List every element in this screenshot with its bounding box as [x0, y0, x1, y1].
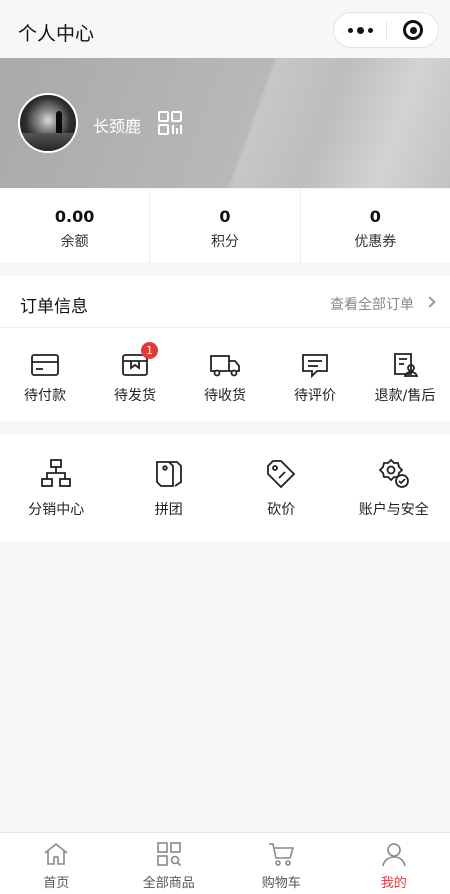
account-stats: 0.00 余额 0 积分 0 优惠券	[0, 189, 450, 263]
stat-points[interactable]: 0 积分	[150, 189, 301, 263]
stat-coupons[interactable]: 0 优惠券	[301, 189, 450, 263]
settings-shield-icon	[378, 458, 409, 488]
order-refund-aftersale[interactable]: 退款/售后	[360, 328, 450, 420]
tab-mine[interactable]: 我的	[338, 833, 450, 894]
order-item-label: 待评价	[294, 388, 336, 404]
order-pending-receipt[interactable]: 待收货	[180, 328, 270, 420]
tool-label: 账户与安全	[358, 502, 429, 518]
comment-icon	[302, 354, 328, 378]
order-item-label: 退款/售后	[374, 388, 436, 404]
top-navbar: 个人中心	[0, 0, 450, 58]
tool-label: 砍价	[267, 502, 296, 518]
order-pending-shipment[interactable]: 1 待发货	[90, 328, 180, 420]
cart-icon	[269, 843, 295, 866]
card-icon	[31, 354, 59, 376]
more-options-button[interactable]	[334, 13, 386, 47]
coupons-value: 0	[369, 207, 381, 226]
tab-label: 我的	[380, 876, 407, 891]
points-label: 积分	[210, 234, 239, 250]
balance-value: 0.00	[54, 207, 95, 226]
order-pending-review[interactable]: 待评价	[270, 328, 360, 420]
order-status-row: 待付款 1 待发货 待收货 待评价 退款/售后	[0, 328, 450, 420]
tool-distribution-center[interactable]: 分销中心	[0, 434, 113, 542]
price-tag-icon	[267, 460, 296, 489]
qrcode-icon[interactable]	[158, 111, 182, 135]
stat-balance[interactable]: 0.00 余额	[0, 189, 151, 263]
unread-badge: 1	[141, 342, 158, 359]
profile-page: 个人中心 长颈鹿 0.00 余额 0 积分 0 优惠券 订单信息 查看全部订单 …	[0, 0, 450, 894]
username[interactable]: 长颈鹿	[93, 113, 141, 137]
order-section-header: 订单信息 查看全部订单	[0, 276, 450, 328]
miniprogram-capsule	[333, 12, 439, 48]
order-section-title: 订单信息	[20, 297, 88, 317]
tools-section: 分销中心 拼团 砍价 账户与安全	[0, 434, 450, 542]
target-circle-icon	[403, 20, 423, 40]
tab-home[interactable]: 首页	[0, 833, 113, 894]
order-item-label: 待付款	[24, 388, 66, 404]
close-miniprogram-button[interactable]	[387, 13, 439, 47]
coupons-label: 优惠券	[354, 234, 397, 250]
order-item-label: 待发货	[114, 388, 156, 404]
page-title: 个人中心	[18, 23, 95, 45]
tab-cart[interactable]: 购物车	[225, 833, 338, 894]
tab-label: 购物车	[261, 876, 301, 891]
tab-label: 全部商品	[142, 876, 195, 891]
truck-icon	[210, 355, 240, 377]
profile-banner: 长颈鹿	[0, 58, 450, 188]
tags-icon	[155, 461, 182, 487]
refund-icon	[394, 353, 419, 377]
order-item-label: 待收货	[204, 388, 246, 404]
more-dot-icon	[367, 27, 373, 33]
tool-account-security[interactable]: 账户与安全	[338, 434, 450, 542]
view-all-orders-link[interactable]: 查看全部订单	[330, 294, 414, 314]
org-chart-icon	[41, 459, 72, 487]
more-dot-icon	[347, 27, 353, 33]
chevron-right-icon[interactable]	[424, 296, 436, 308]
bottom-tabbar: 首页 全部商品 购物车 我的	[0, 832, 450, 894]
balance-label: 余额	[60, 234, 89, 250]
tab-all-products[interactable]: 全部商品	[113, 833, 226, 894]
tool-label: 分销中心	[28, 502, 85, 518]
tab-label: 首页	[43, 876, 70, 891]
avatar[interactable]	[18, 93, 78, 153]
tool-bargain[interactable]: 砍价	[225, 434, 338, 542]
order-section: 订单信息 查看全部订单 待付款 1 待发货 待收货 待评价 退款/售后	[0, 276, 450, 421]
more-dot-icon	[356, 26, 364, 34]
user-icon	[381, 843, 406, 867]
points-value: 0	[219, 207, 231, 226]
grid-icon	[156, 842, 181, 867]
order-pending-payment[interactable]: 待付款	[0, 328, 90, 420]
tool-label: 拼团	[154, 502, 183, 518]
home-icon	[44, 842, 68, 865]
tool-group-buy[interactable]: 拼团	[113, 434, 226, 542]
